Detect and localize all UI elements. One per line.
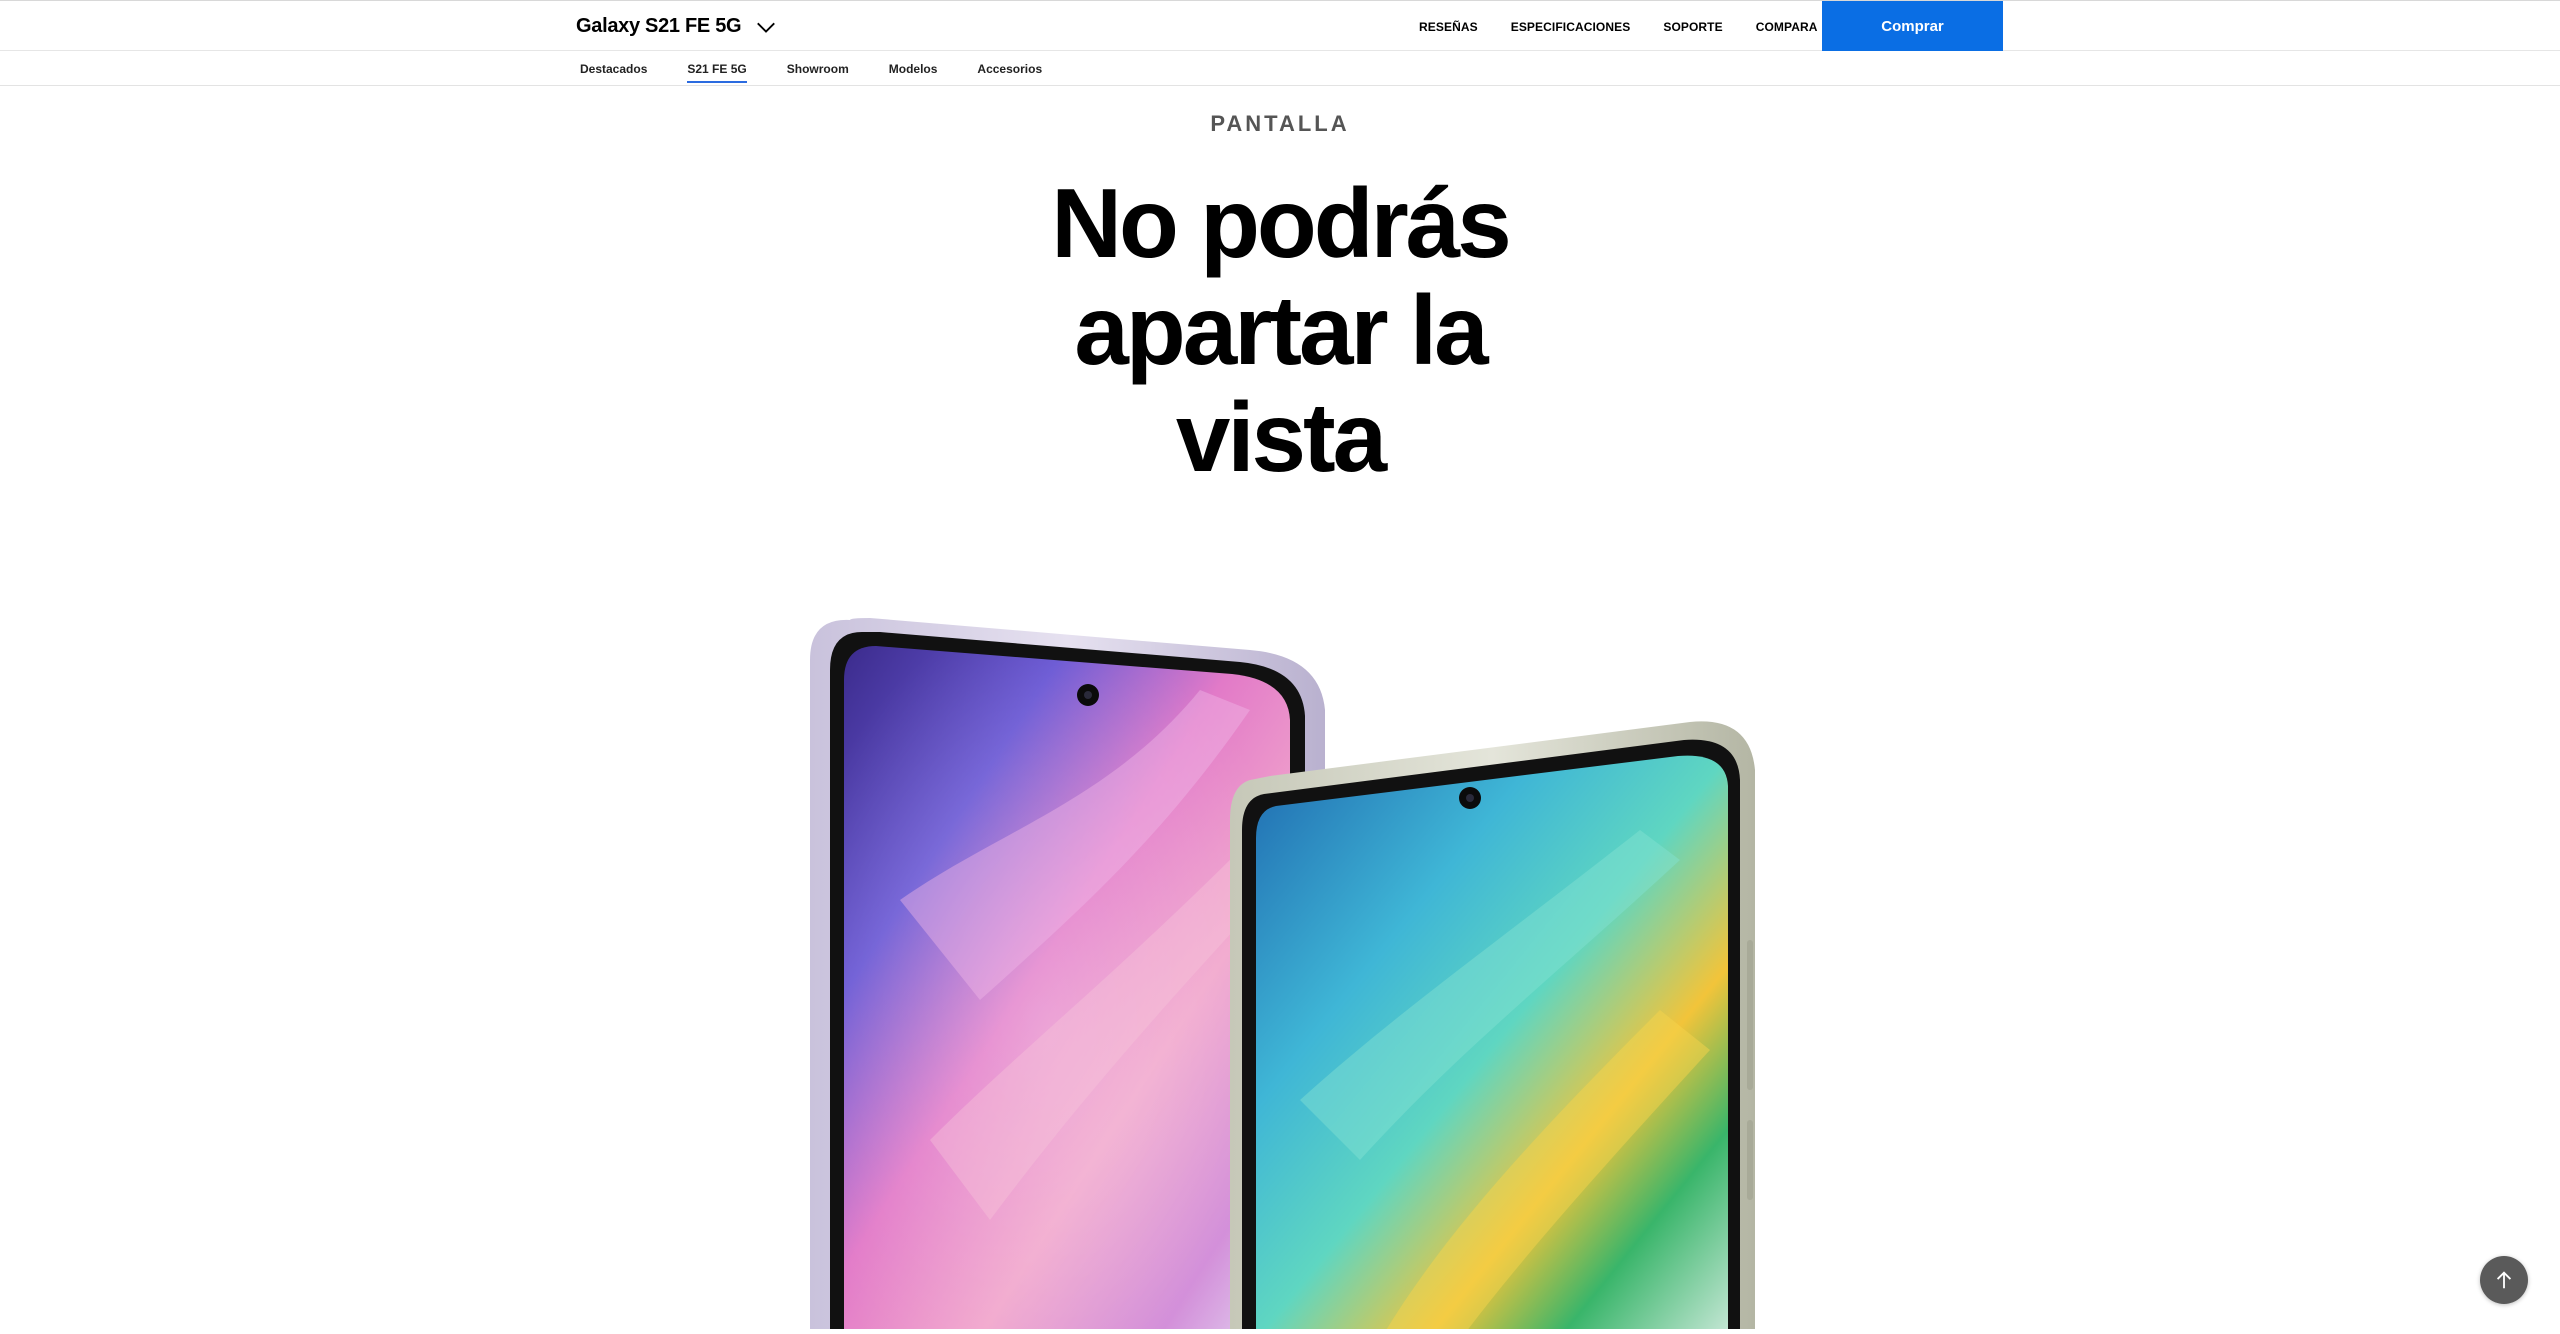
nav-compara[interactable]: COMPARA bbox=[1756, 20, 1818, 34]
subnav-s21-fe-5g[interactable]: S21 FE 5G bbox=[687, 51, 748, 86]
product-nav: RESEÑAS ESPECIFICACIONES SOPORTE COMPARA bbox=[1419, 1, 1851, 52]
arrow-up-icon bbox=[2496, 1271, 2512, 1289]
subnav-destacados[interactable]: Destacados bbox=[580, 51, 647, 86]
section-subnav: Destacados S21 FE 5G Showroom Modelos Ac… bbox=[0, 51, 2560, 86]
subnav-showroom[interactable]: Showroom bbox=[787, 51, 849, 86]
phones-illustration bbox=[810, 618, 1755, 1334]
product-header: Galaxy S21 FE 5G RESEÑAS ESPECIFICACIONE… bbox=[0, 0, 2560, 51]
headline-line-3: vista bbox=[1175, 382, 1387, 492]
headline-line-2: apartar la bbox=[1074, 275, 1488, 385]
hero-phones-image bbox=[780, 580, 1780, 1334]
nav-soporte[interactable]: SOPORTE bbox=[1663, 20, 1722, 34]
nav-resenas[interactable]: RESEÑAS bbox=[1419, 20, 1478, 34]
chevron-down-icon bbox=[757, 22, 776, 33]
back-to-top-button[interactable] bbox=[2480, 1256, 2528, 1304]
subnav-modelos[interactable]: Modelos bbox=[889, 51, 938, 86]
headline-line-1: No podrás bbox=[1051, 168, 1512, 278]
nav-especificaciones[interactable]: ESPECIFICACIONES bbox=[1511, 20, 1631, 34]
buy-button[interactable]: Comprar bbox=[1822, 1, 2003, 51]
subnav-accesorios[interactable]: Accesorios bbox=[977, 51, 1042, 86]
model-selector[interactable]: Galaxy S21 FE 5G bbox=[576, 1, 777, 52]
model-title: Galaxy S21 FE 5G bbox=[576, 15, 742, 37]
olive-phone bbox=[1230, 721, 1755, 1334]
section-eyebrow: PANTALLA bbox=[1210, 111, 1350, 136]
section-headline: No podrás apartar la vista bbox=[0, 170, 2560, 491]
